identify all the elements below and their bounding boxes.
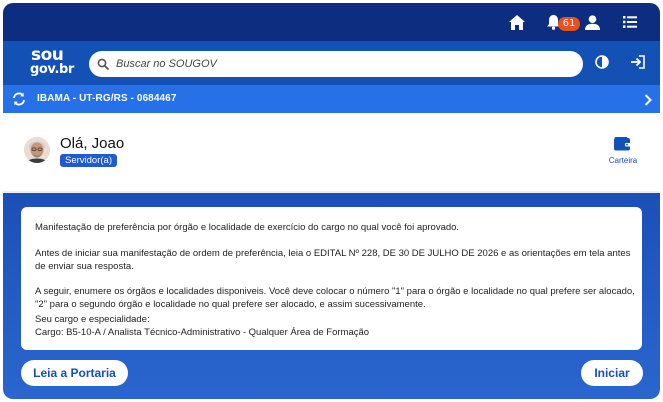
wallet-button[interactable]: Carteira xyxy=(603,135,643,169)
start-button[interactable]: Iniciar xyxy=(581,360,643,386)
top-navigation-bar: 61 xyxy=(3,3,660,41)
greeting: Olá, Joao xyxy=(60,135,125,152)
refresh-icon[interactable] xyxy=(12,92,26,111)
search-box[interactable] xyxy=(89,51,583,77)
avatar[interactable] xyxy=(24,137,50,163)
message-paragraph-3: A seguir, enumere os órgãos e localidade… xyxy=(35,286,635,310)
chevron-right-icon[interactable] xyxy=(644,93,652,111)
organization-label: IBAMA - UT-RG/RS - 0684467 xyxy=(37,93,177,104)
wallet-label: Carteira xyxy=(608,156,638,165)
user-icon[interactable] xyxy=(584,13,600,31)
cargo-value: Cargo: B5-10-A / Analista Técnico-Admini… xyxy=(35,327,370,338)
message-card: Manifestação de preferência por órgão e … xyxy=(21,207,642,350)
wallet-icon xyxy=(614,137,631,156)
logout-icon[interactable] xyxy=(630,55,645,74)
main-panel: Manifestação de preferência por órgão e … xyxy=(3,193,660,399)
cargo-label: Seu cargo e especialidade: xyxy=(35,314,150,325)
notifications-count-badge: 61 xyxy=(558,17,580,31)
message-paragraph-2: Antes de iniciar sua manifestação de ord… xyxy=(35,248,631,272)
search-icon xyxy=(97,57,109,75)
organization-bar[interactable]: IBAMA - UT-RG/RS - 0684467 xyxy=(3,85,660,113)
home-icon[interactable] xyxy=(508,13,526,31)
role-badge: Servidor(a) xyxy=(60,154,117,167)
menu-icon[interactable] xyxy=(622,13,638,31)
read-portaria-button[interactable]: Leia a Portaria xyxy=(21,360,128,386)
logo-line-2: gov.br xyxy=(30,62,74,77)
contrast-icon[interactable] xyxy=(595,55,609,74)
sougov-logo[interactable]: sou gov.br xyxy=(27,45,74,79)
search-input[interactable] xyxy=(116,54,566,74)
profile-section: Olá, Joao Servidor(a) Carteira xyxy=(3,113,660,191)
search-bar-section: sou gov.br xyxy=(3,41,660,85)
app-window: 61 sou gov.br IBAMA - UT-RG/R xyxy=(3,3,660,399)
message-paragraph-1: Manifestação de preferência por órgão e … xyxy=(35,222,460,233)
